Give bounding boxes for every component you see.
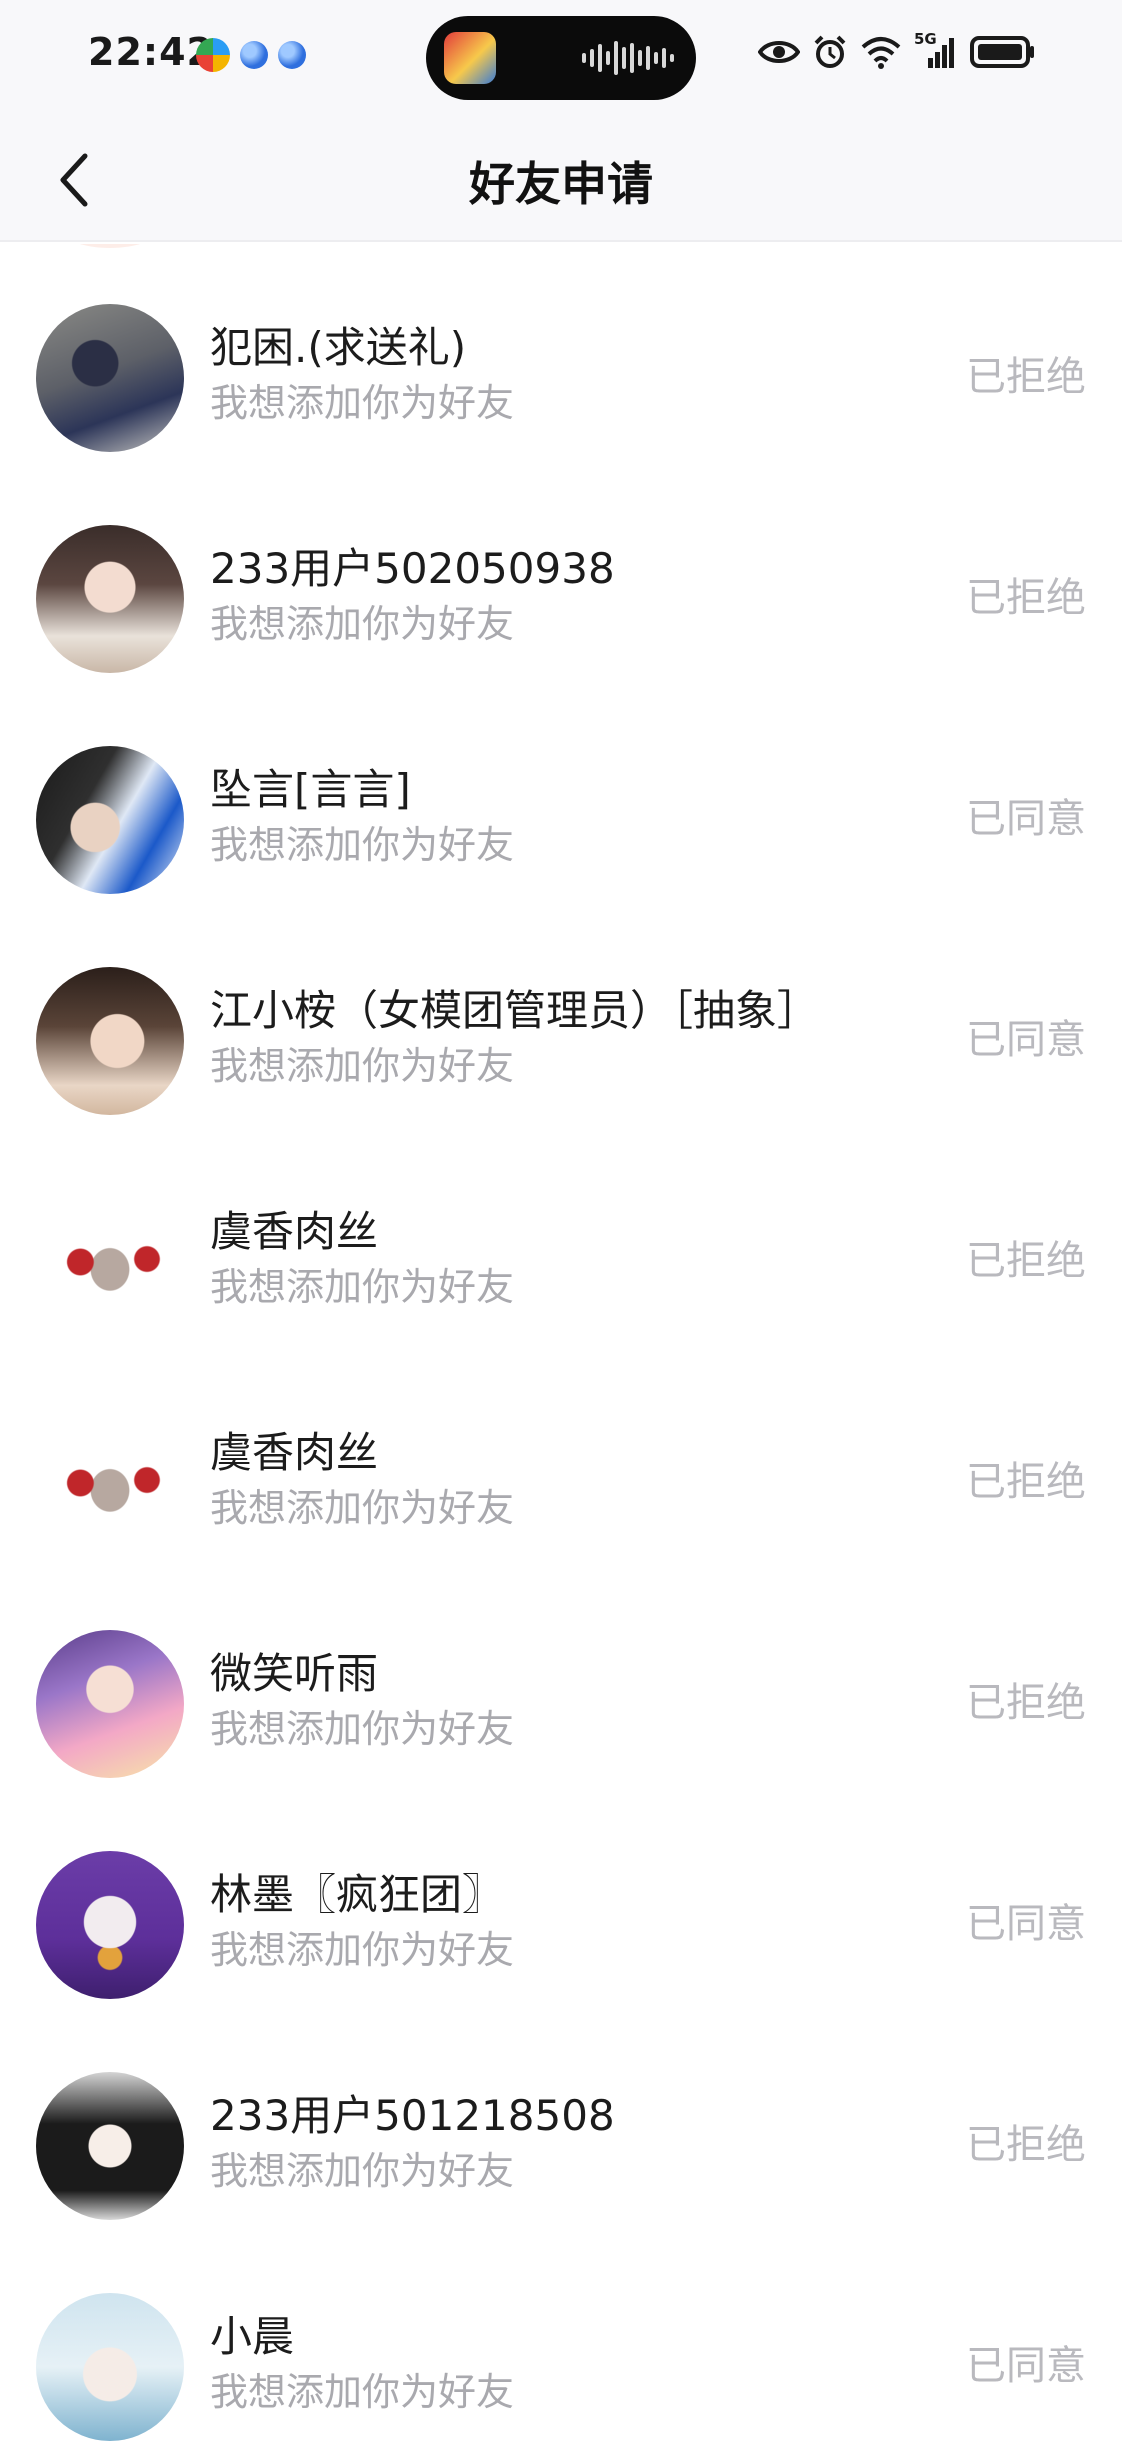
list-item[interactable]: 233用户501218508 我想添加你为好友 已拒绝 xyxy=(0,2012,1122,2233)
cellular-signal-icon: 5G xyxy=(914,30,958,70)
request-name: 江小桉（女模团管理员）［抽象］ xyxy=(210,986,820,1035)
request-status: 已拒绝 xyxy=(966,1238,1086,1284)
avatar[interactable] xyxy=(36,1188,184,1336)
request-status: 已拒绝 xyxy=(966,1459,1086,1505)
avatar[interactable] xyxy=(36,1409,184,1557)
dynamic-island[interactable] xyxy=(426,16,696,100)
avatar[interactable] xyxy=(36,525,184,673)
request-status: 已拒绝 xyxy=(966,2122,1086,2168)
request-message: 我想添加你为好友 xyxy=(210,381,515,425)
request-name: 犯困.(求送礼) xyxy=(210,323,467,372)
avatar[interactable] xyxy=(36,967,184,1115)
list-item[interactable]: 233用户502050938 我想添加你为好友 已拒绝 xyxy=(0,465,1122,686)
status-bar: 22:42 5G xyxy=(0,0,1122,118)
system-icons: 5G xyxy=(758,30,1036,70)
list-item[interactable]: 微笑听雨 我想添加你为好友 已拒绝 xyxy=(0,1570,1122,1791)
request-status: 已拒绝 xyxy=(966,575,1086,621)
request-message: 我想添加你为好友 xyxy=(210,602,515,646)
browser-notification-icon xyxy=(278,41,306,69)
eye-icon xyxy=(758,41,800,63)
request-status: 已同意 xyxy=(966,1901,1086,1947)
avatar[interactable] xyxy=(36,2293,184,2441)
app-notification-icon xyxy=(196,38,230,72)
request-message: 我想添加你为好友 xyxy=(210,1044,515,1088)
request-message: 我想添加你为好友 xyxy=(210,823,515,867)
request-message: 我想添加你为好友 xyxy=(210,1928,515,1972)
list-item[interactable]: 犯困.(求送礼) 我想添加你为好友 已拒绝 xyxy=(0,244,1122,465)
list-item[interactable]: 虞香肉丝 我想添加你为好友 已拒绝 xyxy=(0,1349,1122,1570)
notification-icons xyxy=(196,38,306,72)
browser-notification-icon xyxy=(240,41,268,69)
request-message: 我想添加你为好友 xyxy=(210,1707,515,1751)
battery-icon xyxy=(970,36,1034,68)
avatar[interactable] xyxy=(36,304,184,452)
request-name: 坠言[言言] xyxy=(210,765,411,814)
avatar[interactable] xyxy=(36,1630,184,1778)
page-header: 好友申请 xyxy=(0,118,1122,242)
friend-request-list[interactable]: 犯困.(求送礼) 我想添加你为好友 已拒绝 233用户502050938 我想添… xyxy=(0,244,1122,2442)
request-message: 我想添加你为好友 xyxy=(210,2370,515,2414)
wifi-icon xyxy=(861,37,901,69)
request-status: 已拒绝 xyxy=(966,1680,1086,1726)
request-status: 已同意 xyxy=(966,1017,1086,1063)
alarm-icon xyxy=(814,35,846,68)
request-status: 已同意 xyxy=(966,2343,1086,2389)
request-message: 我想添加你为好友 xyxy=(210,1265,515,1309)
list-item[interactable]: 小晨 我想添加你为好友 已同意 xyxy=(0,2233,1122,2442)
avatar[interactable] xyxy=(36,746,184,894)
list-item[interactable]: 林墨〖疯狂团〗 我想添加你为好友 已同意 xyxy=(0,1791,1122,2012)
request-message: 我想添加你为好友 xyxy=(210,2149,515,2193)
request-name: 微笑听雨 xyxy=(210,1649,379,1698)
request-name: 小晨 xyxy=(210,2312,295,2361)
request-status: 已拒绝 xyxy=(966,354,1086,400)
page-title: 好友申请 xyxy=(469,157,653,211)
request-name: 林墨〖疯狂团〗 xyxy=(210,1870,505,1919)
request-message: 我想添加你为好友 xyxy=(210,1486,515,1530)
list-item[interactable]: 虞香肉丝 我想添加你为好友 已拒绝 xyxy=(0,1128,1122,1349)
request-name: 虞香肉丝 xyxy=(210,1207,379,1256)
request-status: 已同意 xyxy=(966,796,1086,842)
request-name: 233用户502050938 xyxy=(210,544,615,593)
request-name: 虞香肉丝 xyxy=(210,1428,379,1477)
list-item[interactable]: 江小桉（女模团管理员）［抽象］ 我想添加你为好友 已同意 xyxy=(0,907,1122,1128)
media-thumbnail xyxy=(444,32,496,84)
list-item[interactable]: 坠言[言言] 我想添加你为好友 已同意 xyxy=(0,686,1122,907)
audio-waveform-icon xyxy=(582,40,674,76)
request-name: 233用户501218508 xyxy=(210,2091,615,2140)
avatar[interactable] xyxy=(36,1851,184,1999)
avatar[interactable] xyxy=(36,2072,184,2220)
